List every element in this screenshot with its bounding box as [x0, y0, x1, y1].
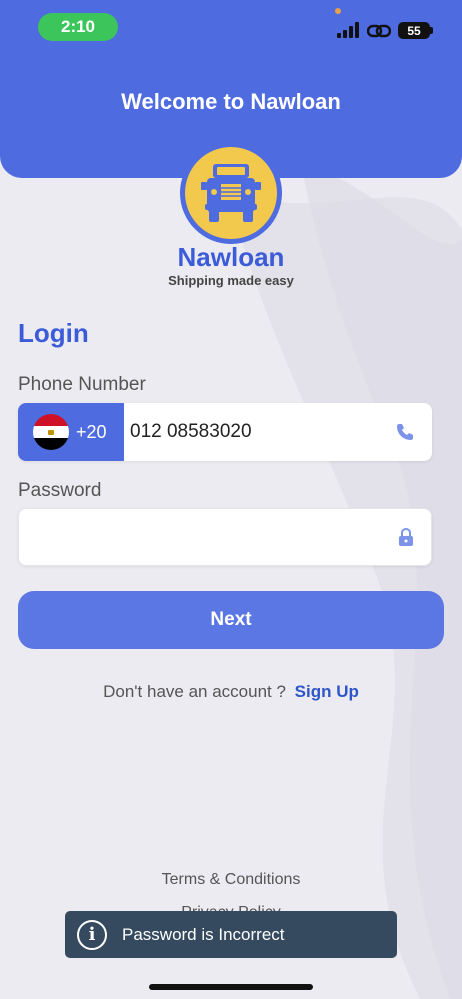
status-bar: 2:10 55 — [0, 0, 462, 52]
status-time: 2:10 — [38, 13, 118, 41]
password-input[interactable] — [31, 521, 381, 555]
phone-icon — [397, 424, 413, 440]
link-icon — [367, 24, 391, 38]
error-toast: i Password is Incorrect — [65, 911, 397, 958]
home-indicator[interactable] — [149, 984, 313, 990]
egypt-flag-icon — [33, 414, 69, 450]
signup-row: Don't have an account ? Sign Up — [0, 682, 462, 702]
login-title: Login — [18, 318, 89, 348]
signup-prompt: Don't have an account ? — [103, 682, 286, 701]
country-code: +20 — [76, 421, 107, 442]
password-label: Password — [18, 480, 102, 501]
battery-cap — [430, 27, 433, 34]
phone-number-input[interactable]: 012 08583020 — [130, 421, 252, 443]
password-field[interactable] — [18, 508, 432, 566]
terms-link[interactable]: Terms & Conditions — [0, 871, 462, 889]
toast-message: Password is Incorrect — [122, 924, 285, 944]
info-icon: i — [77, 919, 107, 950]
brand-name: Nawloan — [177, 242, 285, 272]
next-button[interactable]: Next — [18, 591, 444, 649]
phone-number-label: Phone Number — [18, 374, 146, 395]
brand-logo — [180, 142, 282, 244]
cellular-signal-icon — [337, 22, 359, 38]
brand-tagline: Shipping made easy — [168, 273, 294, 288]
phone-number-field[interactable]: +20 012 08583020 — [18, 403, 432, 461]
truck-icon — [201, 164, 261, 222]
signup-link[interactable]: Sign Up — [295, 682, 359, 701]
header-title: Welcome to Nawloan — [121, 89, 341, 114]
privacy-indicator-dot — [335, 8, 341, 14]
lock-icon — [399, 527, 413, 546]
battery-indicator: 55 — [398, 22, 430, 39]
country-code-selector[interactable]: +20 — [18, 403, 124, 461]
